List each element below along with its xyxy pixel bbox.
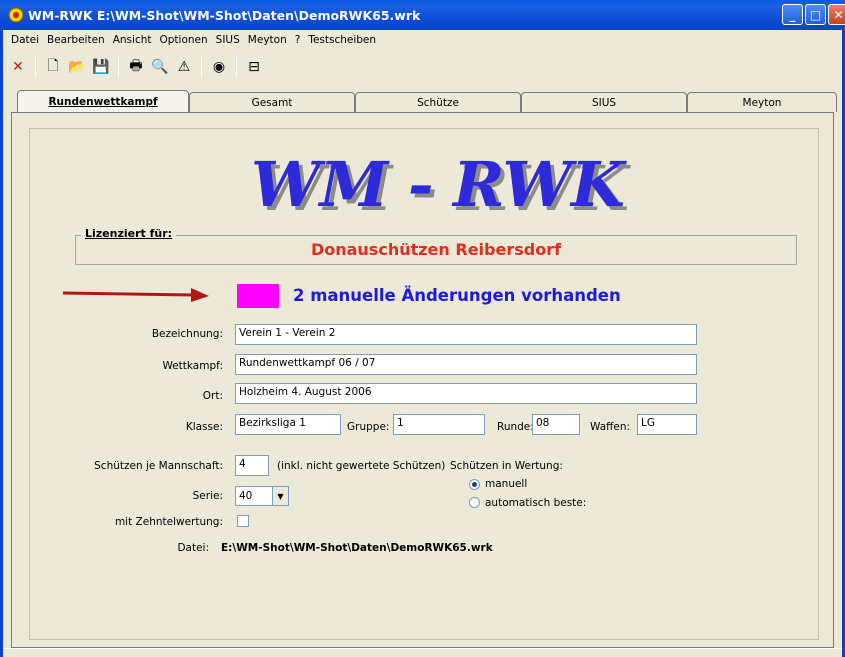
close-window-button[interactable]: ✕ bbox=[828, 4, 845, 25]
ort-field[interactable]: Holzheim 4. August 2006 bbox=[235, 383, 697, 404]
serie-value: 40 bbox=[239, 490, 253, 502]
toolbar-separator bbox=[118, 57, 119, 77]
bezeichnung-label: Bezeichnung: bbox=[151, 328, 223, 340]
wertung-auto-label[interactable]: automatisch beste: bbox=[485, 497, 586, 509]
waffen-field[interactable]: LG bbox=[637, 414, 697, 435]
zehntel-label: mit Zehntelwertung: bbox=[114, 516, 223, 528]
chevron-down-icon[interactable]: ▼ bbox=[272, 487, 288, 505]
tab-meyton[interactable]: Meyton bbox=[687, 92, 837, 112]
wertung-manuell-label[interactable]: manuell bbox=[485, 478, 527, 490]
klasse-label: Klasse: bbox=[185, 421, 223, 433]
menu-bearbeiten[interactable]: Bearbeiten bbox=[43, 34, 109, 46]
wertung-auto-radio[interactable] bbox=[469, 497, 480, 508]
changes-notice: 2 manuelle Änderungen vorhanden bbox=[293, 286, 621, 305]
wettkampf-label: Wettkampf: bbox=[162, 360, 223, 372]
wertung-label: Schützen in Wertung: bbox=[450, 460, 563, 472]
zehntel-checkbox[interactable] bbox=[237, 515, 249, 527]
serie-label: Serie: bbox=[192, 490, 223, 502]
wertung-manuell-radio[interactable] bbox=[469, 479, 480, 490]
schuetzen-note: (inkl. nicht gewertete Schützen) bbox=[277, 460, 446, 472]
arrow-icon bbox=[62, 288, 209, 302]
runde-label: Runde: bbox=[497, 421, 534, 433]
app-window: WM-RWK E:\WM-Shot\WM-Shot\Daten\DemoRWK6… bbox=[0, 0, 845, 657]
datei-path: E:\WM-Shot\WM-Shot\Daten\DemoRWK65.wrk bbox=[221, 542, 493, 554]
open-folder-icon[interactable]: 📂 bbox=[68, 58, 86, 76]
close-icon[interactable]: ✕ bbox=[9, 58, 27, 76]
license-legend: Lizenziert für: bbox=[81, 227, 177, 240]
menu-datei[interactable]: Datei bbox=[7, 34, 43, 46]
window-title: WM-RWK E:\WM-Shot\WM-Shot\Daten\DemoRWK6… bbox=[28, 7, 421, 23]
serie-select[interactable]: 40 ▼ bbox=[235, 486, 289, 506]
changes-marker bbox=[237, 284, 279, 308]
app-logo: WM - RWK bbox=[251, 148, 625, 221]
toolbar-separator bbox=[201, 57, 202, 77]
tab-schuetze[interactable]: Schütze bbox=[355, 92, 521, 112]
menu-sius[interactable]: SIUS bbox=[212, 34, 244, 46]
wettkampf-field[interactable]: Rundenwettkampf 06 / 07 bbox=[235, 354, 697, 375]
tab-bar: Rundenwettkampf Gesamt Schütze SIUS Meyt… bbox=[17, 90, 837, 112]
tab-gesamt[interactable]: Gesamt bbox=[189, 92, 355, 112]
menu-ansicht[interactable]: Ansicht bbox=[109, 34, 156, 46]
licensee-name: Donauschützen Reibersdorf bbox=[310, 240, 562, 259]
menu-meyton[interactable]: Meyton bbox=[244, 34, 291, 46]
runde-field[interactable]: 08 bbox=[532, 414, 580, 435]
pdf-icon[interactable]: ⚠ bbox=[175, 58, 193, 76]
toolbar: ✕ 🗋 📂 💾 🖶 🔍 ⚠ ◉ ⊟ bbox=[3, 52, 842, 82]
print-icon[interactable]: 🖶 bbox=[127, 58, 145, 76]
schuetzen-label: Schützen je Mannschaft: bbox=[94, 460, 223, 472]
ort-label: Ort: bbox=[202, 390, 223, 402]
app-icon bbox=[8, 7, 24, 23]
save-icon[interactable]: 💾 bbox=[92, 58, 110, 76]
target-icon[interactable]: ◉ bbox=[210, 58, 228, 76]
gruppe-label: Gruppe: bbox=[347, 421, 390, 433]
menu-testscheiben[interactable]: Testscheiben bbox=[304, 34, 380, 46]
waffen-label: Waffen: bbox=[590, 421, 631, 433]
title-bar[interactable]: WM-RWK E:\WM-Shot\WM-Shot\Daten\DemoRWK6… bbox=[0, 0, 845, 30]
gruppe-field[interactable]: 1 bbox=[393, 414, 485, 435]
toolbar-separator bbox=[236, 57, 237, 77]
klasse-field[interactable]: Bezirksliga 1 bbox=[235, 414, 341, 435]
tab-rundenwettkampf[interactable]: Rundenwettkampf bbox=[17, 90, 189, 112]
datei-label: Datei: bbox=[177, 542, 209, 554]
print-preview-icon[interactable]: 🔍 bbox=[151, 58, 169, 76]
menu-optionen[interactable]: Optionen bbox=[156, 34, 212, 46]
bezeichnung-field[interactable]: Verein 1 - Verein 2 bbox=[235, 324, 697, 345]
status-bar bbox=[3, 648, 842, 657]
toolbar-separator bbox=[35, 57, 36, 77]
printer-icon[interactable]: ⊟ bbox=[245, 58, 263, 76]
menu-help[interactable]: ? bbox=[291, 34, 305, 46]
new-document-icon[interactable]: 🗋 bbox=[44, 58, 62, 76]
minimize-button[interactable]: _ bbox=[782, 4, 803, 25]
menu-bar: Datei Bearbeiten Ansicht Optionen SIUS M… bbox=[3, 30, 842, 50]
tab-sius[interactable]: SIUS bbox=[521, 92, 687, 112]
maximize-button[interactable]: □ bbox=[805, 4, 826, 25]
schuetzen-field[interactable]: 4 bbox=[235, 455, 269, 476]
